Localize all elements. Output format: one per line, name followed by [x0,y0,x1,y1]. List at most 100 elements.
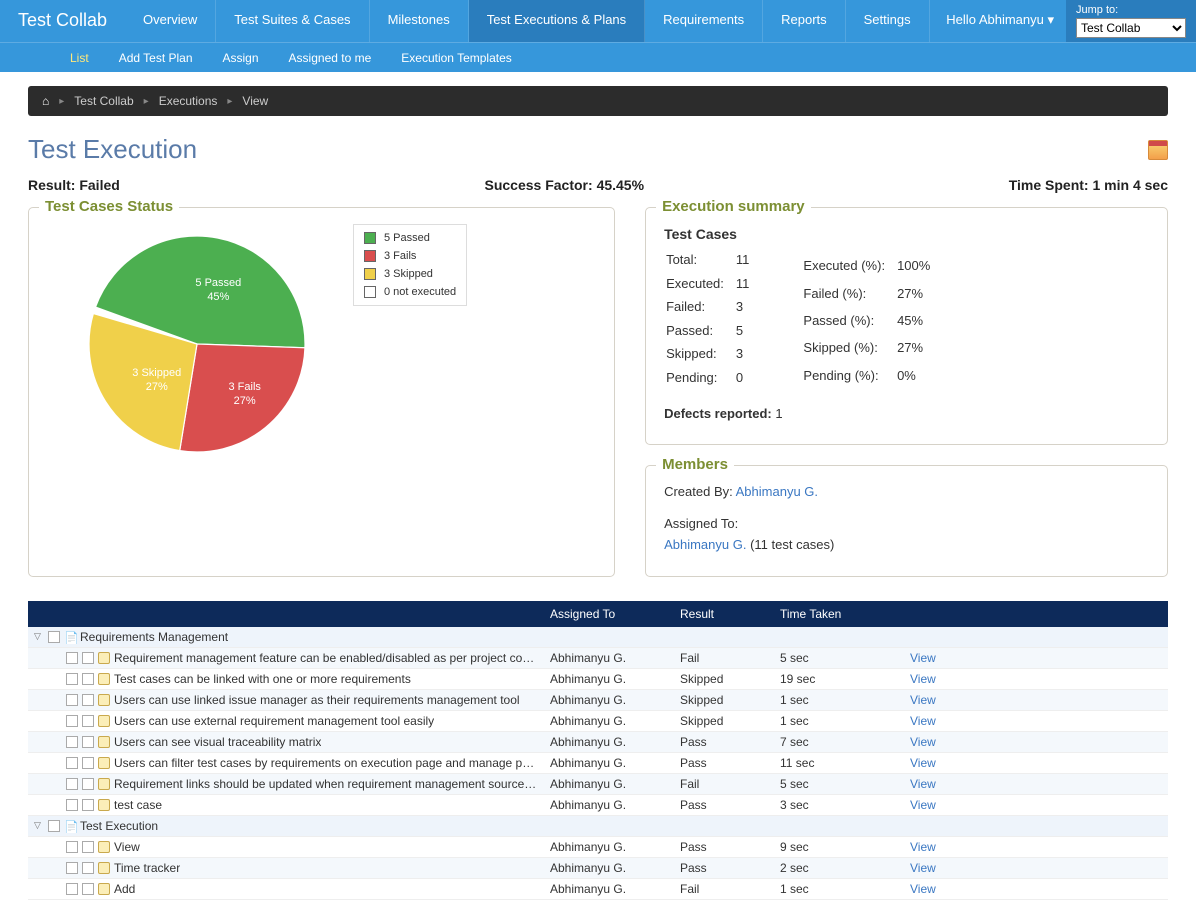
view-link[interactable]: View [910,840,936,854]
view-link[interactable]: View [910,798,936,812]
breadcrumb-item[interactable]: Test Collab [74,94,133,108]
time-cell: 1 sec [768,882,898,896]
results-table: Assigned To Result Time Taken ▽ 📄 Requirem… [28,601,1168,900]
checkbox[interactable] [82,757,94,769]
pie-slice-label: 3 Fails27% [210,380,280,409]
checkbox[interactable] [66,757,78,769]
checkbox[interactable] [48,820,60,832]
checkbox[interactable] [66,736,78,748]
col-result[interactable]: Result [668,607,768,621]
time-cell: 11 sec [768,756,898,770]
time-stat: Time Spent: 1 min 4 sec [1009,177,1168,193]
test-case-name[interactable]: Add [114,882,135,896]
result-cell: Pass [668,735,768,749]
view-link[interactable]: View [910,735,936,749]
test-case-name[interactable]: Test cases can be linked with one or mor… [114,672,411,686]
test-case-name[interactable]: Users can use external requirement manag… [114,714,434,728]
table-group[interactable]: ▽📄Requirements Management [28,627,1168,648]
view-link[interactable]: View [910,756,936,770]
view-link[interactable]: View [910,777,936,791]
assigned-cell: Abhimanyu G. [538,777,668,791]
checkbox[interactable] [66,799,78,811]
legend-swatch-fail-icon [364,250,376,262]
table-row: Requirement management feature can be en… [28,648,1168,669]
nav-requirements[interactable]: Requirements [645,0,763,42]
time-cell: 5 sec [768,777,898,791]
document-icon [98,757,110,769]
table-row: Test cases can be linked with one or mor… [28,669,1168,690]
folder-icon: 📄 [64,631,76,643]
subnav-execution-templates[interactable]: Execution Templates [401,51,512,65]
assigned-cell: Abhimanyu G. [538,798,668,812]
home-icon[interactable]: ⌂ [42,94,49,108]
brand-logo[interactable]: Test Collab [0,0,125,42]
test-case-name[interactable]: Requirement links should be updated when… [114,777,538,791]
assigned-cell: Abhimanyu G. [538,840,668,854]
checkbox[interactable] [66,841,78,853]
assigned-to-link[interactable]: Abhimanyu G. [664,537,746,552]
view-link[interactable]: View [910,651,936,665]
test-case-name[interactable]: Users can use linked issue manager as th… [114,693,520,707]
legend-swatch-noexec-icon [364,286,376,298]
checkbox[interactable] [82,841,94,853]
nav-settings[interactable]: Settings [846,0,930,42]
view-link[interactable]: View [910,672,936,686]
nav-overview[interactable]: Overview [125,0,216,42]
checkbox[interactable] [82,652,94,664]
breadcrumb-item[interactable]: Executions [159,94,218,108]
table-group[interactable]: ▽📄Test Execution [28,816,1168,837]
created-by-link[interactable]: Abhimanyu G. [736,484,818,499]
col-time[interactable]: Time Taken [768,607,898,621]
document-icon [98,883,110,895]
checkbox[interactable] [66,694,78,706]
checkbox[interactable] [82,736,94,748]
jump-to-box: Jump to: Test Collab [1066,0,1196,42]
checkbox[interactable] [82,715,94,727]
test-case-name[interactable]: Users can see visual traceability matrix [114,735,321,749]
expand-icon[interactable]: ▽ [34,820,44,831]
jump-to-select[interactable]: Test Collab [1076,18,1186,38]
document-icon [98,715,110,727]
table-row: Users can filter test cases by requireme… [28,753,1168,774]
checkbox[interactable] [66,862,78,874]
test-case-name[interactable]: Time tracker [114,861,180,875]
checkbox[interactable] [82,694,94,706]
checkbox[interactable] [82,799,94,811]
expand-icon[interactable]: ▽ [34,631,44,642]
test-case-name[interactable]: Requirement management feature can be en… [114,651,538,665]
result-cell: Fail [668,651,768,665]
checkbox[interactable] [48,631,60,643]
time-cell: 3 sec [768,798,898,812]
test-case-name[interactable]: Users can filter test cases by requireme… [114,756,538,770]
assigned-cell: Abhimanyu G. [538,714,668,728]
result-cell: Fail [668,882,768,896]
subnav-list[interactable]: List [70,51,89,65]
subnav-assign[interactable]: Assign [223,51,259,65]
checkbox[interactable] [66,673,78,685]
nav-reports[interactable]: Reports [763,0,846,42]
view-link[interactable]: View [910,861,936,875]
view-link[interactable]: View [910,882,936,896]
calendar-icon[interactable] [1148,140,1168,160]
subnav-add-test-plan[interactable]: Add Test Plan [119,51,193,65]
panel-title: Members [656,456,734,473]
time-cell: 1 sec [768,693,898,707]
view-link[interactable]: View [910,714,936,728]
user-menu[interactable]: Hello Abhimanyu ▾ [934,0,1066,42]
nav-test-suites-cases[interactable]: Test Suites & Cases [216,0,369,42]
checkbox[interactable] [66,715,78,727]
assigned-cell: Abhimanyu G. [538,693,668,707]
view-link[interactable]: View [910,693,936,707]
checkbox[interactable] [82,673,94,685]
col-assigned[interactable]: Assigned To [538,607,668,621]
checkbox[interactable] [66,652,78,664]
nav-milestones[interactable]: Milestones [370,0,469,42]
checkbox[interactable] [82,883,94,895]
test-case-name[interactable]: test case [114,798,162,812]
checkbox[interactable] [66,883,78,895]
breadcrumb-item[interactable]: View [242,94,268,108]
checkbox[interactable] [82,862,94,874]
nav-test-executions-plans[interactable]: Test Executions & Plans [469,0,645,42]
test-case-name[interactable]: View [114,840,140,854]
subnav-assigned-to-me[interactable]: Assigned to me [289,51,372,65]
